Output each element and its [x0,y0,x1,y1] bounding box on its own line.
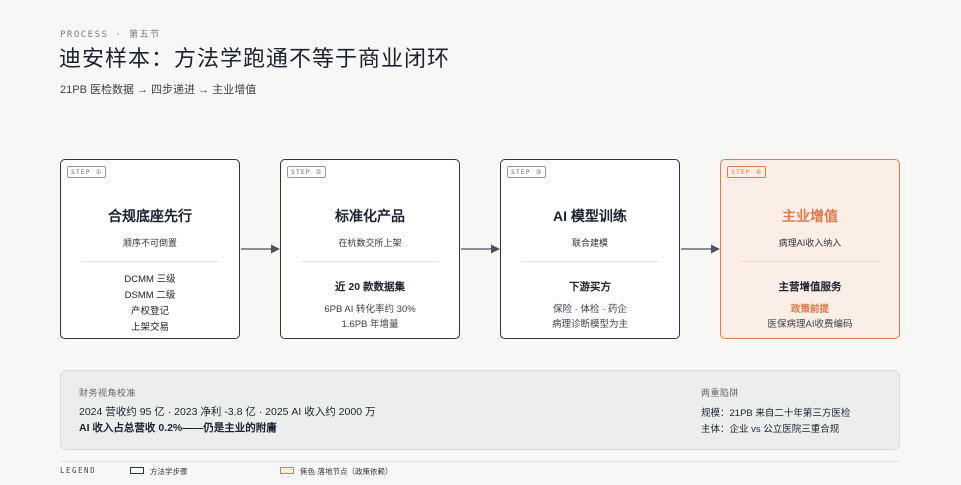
trap-scale: 规模：21PB 来自二十年第三方医检 [701,408,851,419]
step-divider [81,261,219,262]
finance-panel: 财务视角校准 2024 营收约 95 亿 · 2023 净利 -3.8 亿 · … [60,370,900,450]
traps-label: 两重陷阱 [701,388,740,398]
step-detail: 政策前提 医保病理AI收费编码 [721,302,899,332]
step-tag: STEP ② [287,166,327,178]
finance-conclusion: AI 收入占总营收 0.2%——仍是主业的附庸 [79,422,277,434]
step-detail-line: 保险 · 体检 · 药企 [553,304,627,315]
step-subtitle: 病理AI收入纳入 [778,238,842,248]
step-card-4: STEP ④ 主业增值 病理AI收入纳入 主营增值服务 政策前提 医保病理AI收… [720,159,900,339]
step-detail-line: 医保病理AI收费编码 [767,319,853,330]
step-card-3: STEP ③ AI 模型训练 联合建模 下游买方 保险 · 体检 · 药企 病理… [500,159,680,339]
step-detail-line: 病理诊断模型为主 [551,319,628,330]
step-title: AI 模型训练 [553,208,627,224]
step-tag: STEP ④ [727,166,767,178]
step-card-1: STEP ① 合规底座先行 顺序不可倒置 DCMM 三级 DSMM 二级 产权登… [60,159,240,339]
legend-divider [60,461,900,462]
legend-swatch-method [130,467,144,474]
step-detail-line: 1.6PB 年增量 [341,319,399,330]
step-divider [301,261,439,262]
step-highlight: 主营增值服务 [778,281,842,293]
step-detail: 保险 · 体检 · 药企 病理诊断模型为主 [501,302,679,332]
step-card-2: STEP ② 标准化产品 在杭数交所上架 近 20 款数据集 6PB AI 转化… [280,159,460,339]
step-subtitle: 顺序不可倒置 [122,238,177,248]
step-title: 主业增值 [782,208,838,224]
step-divider [741,261,879,262]
legend-title: LEGEND [60,466,97,475]
step-list-item: 产权登记 [130,306,169,317]
step-divider [521,261,659,262]
step-tag: STEP ① [67,166,107,178]
policy-premise-label: 政策前提 [790,304,829,315]
step-subtitle: 在杭数交所上架 [338,238,402,248]
step-subtitle: 联合建模 [571,238,608,248]
step-item-list: DCMM 三级 DSMM 二级 产权登记 上架交易 [61,272,239,336]
legend-label-accent: 焦色·落地节点（政策依赖） [300,467,393,476]
step-title: 合规底座先行 [108,208,192,224]
step-highlight: 下游买方 [569,281,611,293]
trap-entity: 主体：企业 vs 公立医院三重合规 [701,424,840,435]
finance-figures: 2024 营收约 95 亿 · 2023 净利 -3.8 亿 · 2025 AI… [79,406,376,418]
step-detail: 6PB AI 转化率约 30% 1.6PB 年增量 [281,302,459,332]
step-list-item: DCMM 三级 [124,274,176,285]
step-list-item: DSMM 二级 [124,290,176,301]
legend-swatch-accent [280,467,294,474]
step-title: 标准化产品 [335,208,405,224]
step-list-item: 上架交易 [130,322,169,333]
step-detail-line: 6PB AI 转化率约 30% [324,304,416,315]
step-highlight: 近 20 款数据集 [334,281,405,293]
legend-label-method: 方法学步骤 [150,467,188,476]
step-tag: STEP ③ [507,166,547,178]
finance-label: 财务视角校准 [79,388,137,398]
